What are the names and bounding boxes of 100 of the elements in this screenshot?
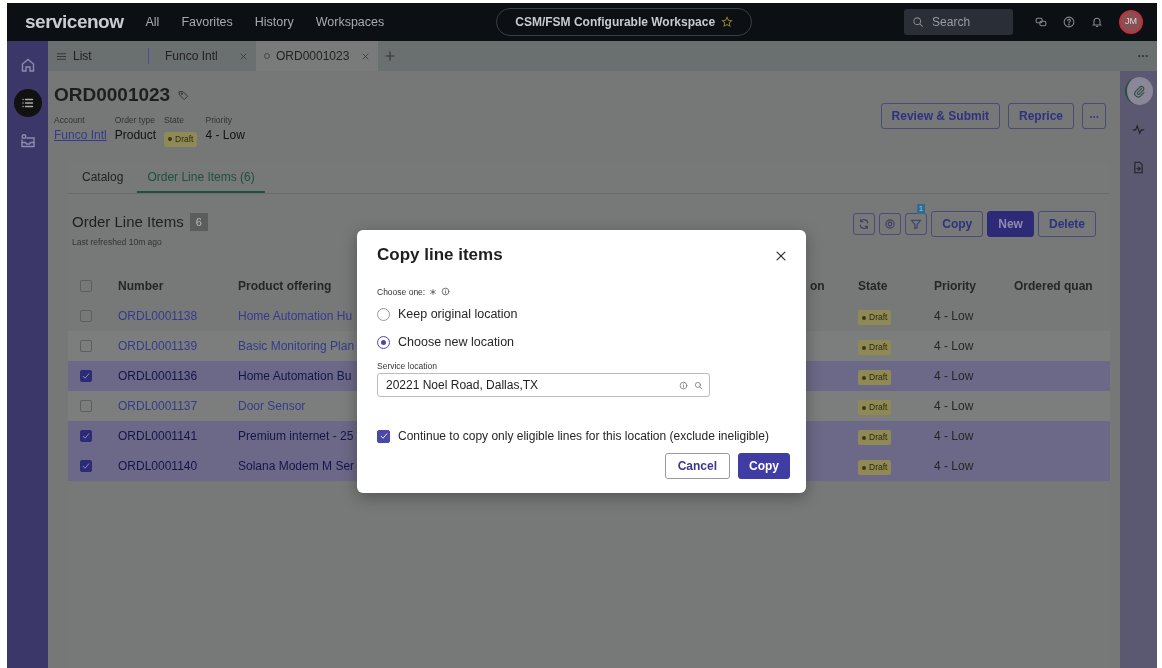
list-title: Order Line Items — [72, 211, 184, 232]
check-icon — [378, 431, 389, 441]
column-header: on — [810, 277, 826, 295]
state-badge: Draft — [858, 340, 892, 356]
refresh-icon — [858, 217, 871, 230]
row-checkbox[interactable] — [80, 459, 92, 472]
nav-link[interactable]: History — [254, 12, 294, 32]
row-checkbox[interactable] — [80, 339, 92, 352]
field-value: 4 - Low — [205, 127, 245, 145]
settings-icon — [884, 217, 897, 230]
copy-button[interactable]: Copy — [738, 453, 790, 479]
inbox-icon — [19, 133, 36, 149]
check-icon — [81, 460, 91, 471]
field-value: Product — [114, 127, 157, 145]
record-title: ORD0001023 — [54, 83, 171, 107]
info-icon[interactable] — [441, 287, 451, 297]
action-button[interactable]: Reprice — [1007, 103, 1074, 129]
row-checkbox[interactable] — [80, 399, 92, 412]
state-badge: Draft — [858, 430, 892, 446]
info-icon[interactable] — [679, 380, 688, 390]
table-cell-text: 4 - Low — [934, 367, 975, 385]
help-icon[interactable] — [1063, 16, 1075, 28]
list-action-button[interactable]: New — [987, 210, 1034, 237]
nav-link[interactable]: Favorites — [181, 12, 233, 32]
field-label: State — [164, 113, 185, 127]
workspace-tab[interactable]: Funco Intl — [140, 41, 256, 71]
workspace-tab[interactable]: ORD0001023 — [256, 41, 378, 71]
side-panel-button[interactable] — [1124, 77, 1153, 105]
account-link[interactable]: Funco Intl — [54, 126, 107, 145]
count-badge: 6 — [189, 212, 208, 232]
filter-count: 1 — [916, 203, 926, 214]
home-icon — [19, 57, 36, 73]
table-cell-text: 4 - Low — [934, 457, 975, 475]
document-icon — [1132, 160, 1145, 174]
workspace-tab[interactable]: List — [48, 41, 140, 71]
state-badge: Draft — [858, 400, 892, 416]
table-cell-text: 4 - Low — [934, 397, 975, 415]
required-icon — [429, 287, 438, 296]
field-label: Order type — [114, 113, 156, 127]
close-icon[interactable] — [361, 51, 370, 61]
activity-icon — [1132, 122, 1145, 136]
logo[interactable]: servicenow — [25, 7, 124, 37]
search-box[interactable]: Search — [904, 9, 1013, 35]
refresh-note: Last refreshed 10m ago — [72, 236, 163, 249]
location-box[interactable]: 20221 Noel Road, Dallas,TX — [377, 373, 710, 397]
row-checkbox[interactable] — [80, 429, 92, 442]
column-header: Ordered quan — [1014, 277, 1094, 295]
dialog-title: Copy line items — [377, 244, 503, 266]
state-badge: Draft — [164, 131, 198, 147]
chat-icon[interactable] — [1035, 16, 1047, 28]
search-field[interactable]: Search — [930, 12, 1005, 32]
section-tab[interactable]: Order Line Items (6) — [137, 162, 265, 193]
record-link[interactable]: ORDL0001141 — [118, 426, 238, 445]
filter-icon — [910, 217, 923, 230]
close-icon[interactable] — [239, 51, 248, 61]
check-icon — [81, 370, 91, 381]
cancel-button[interactable]: Cancel — [664, 453, 730, 479]
state-badge: Draft — [858, 370, 892, 386]
select-all-checkbox[interactable] — [80, 279, 92, 292]
refresh-button[interactable] — [853, 212, 876, 235]
record-link[interactable]: ORDL0001136 — [118, 366, 238, 385]
field-label: Priority — [205, 113, 233, 127]
star-icon — [721, 16, 734, 28]
record-link[interactable]: ORDL0001139 — [118, 336, 238, 355]
more-button[interactable] — [1082, 103, 1106, 129]
field-label: Account — [54, 113, 86, 127]
column-header: State — [858, 277, 889, 295]
menu-icon — [56, 50, 67, 62]
record-link[interactable]: ORDL0001138 — [118, 306, 238, 325]
column-header: Number — [118, 277, 165, 295]
state-badge: Draft — [858, 460, 892, 476]
nav-link[interactable]: All — [145, 12, 160, 32]
nav-link[interactable]: Workspaces — [315, 12, 385, 32]
plus-icon[interactable] — [384, 50, 396, 62]
action-button[interactable]: Review & Submit — [880, 103, 1000, 129]
list-action-button[interactable]: Delete — [1037, 210, 1096, 237]
record-link[interactable]: ORDL0001137 — [118, 396, 238, 415]
checkbox-label: Continue to copy only eligible lines for this location (exclude ineligible) — [398, 428, 769, 445]
list-action-button[interactable]: Copy — [931, 210, 984, 237]
row-checkbox[interactable] — [80, 369, 92, 382]
list-rail-button[interactable] — [13, 89, 42, 117]
search-icon[interactable] — [694, 380, 703, 390]
field-label: Service location — [377, 360, 438, 373]
table-cell-text: 4 - Low — [934, 337, 975, 355]
prompt-label: Choose one: — [377, 285, 426, 299]
bell-icon[interactable] — [1091, 16, 1103, 28]
user-avatar[interactable]: JM — [1119, 10, 1143, 34]
check-icon — [81, 430, 91, 441]
checkbox[interactable] — [377, 429, 390, 443]
column-header: Product offering — [238, 277, 333, 295]
paperclip-icon — [1133, 84, 1146, 98]
record-link[interactable]: ORDL0001140 — [118, 456, 238, 475]
section-tab[interactable]: Catalog — [72, 162, 134, 193]
tag-icon[interactable] — [178, 89, 190, 101]
row-checkbox[interactable] — [80, 309, 92, 322]
option-label: Choose new location — [398, 333, 515, 351]
settings-button[interactable] — [879, 212, 902, 235]
state-badge: Draft — [858, 310, 892, 326]
column-header: Priority — [934, 277, 977, 295]
search-icon — [912, 16, 925, 28]
